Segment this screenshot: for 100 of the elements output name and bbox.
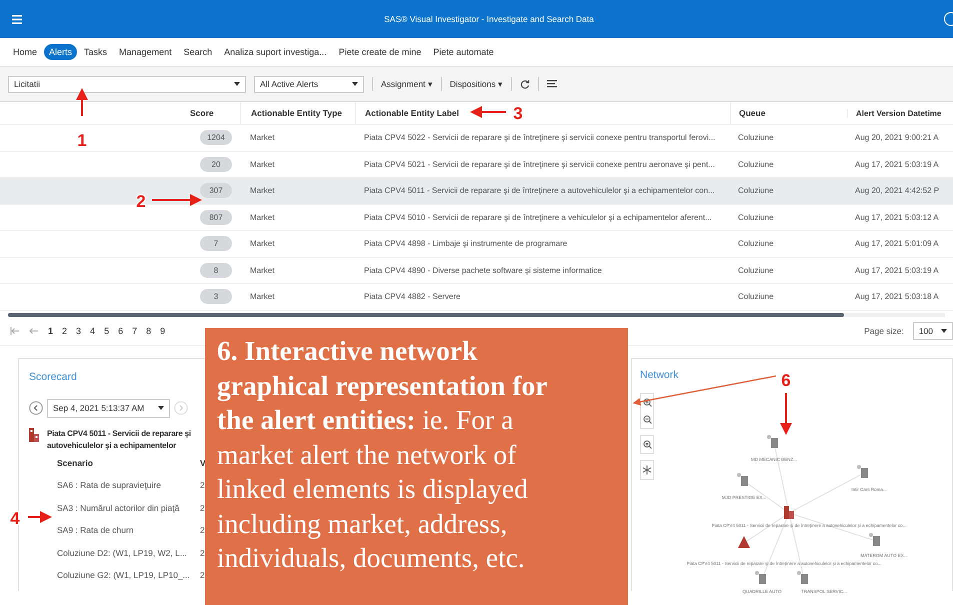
annotation-arrow: [152, 194, 202, 206]
nav-tab[interactable]: Piete automate: [428, 44, 499, 60]
zoom-out-icon[interactable]: [642, 414, 652, 424]
page-link[interactable]: 5: [104, 326, 110, 336]
nav-tab[interactable]: Tasks: [79, 44, 112, 60]
score-badge: 807: [200, 210, 232, 225]
refresh-icon[interactable]: [520, 79, 530, 89]
table-cell: 2: [200, 570, 205, 580]
score-badge: 20: [200, 156, 232, 172]
queue-dropdown[interactable]: Licitatii: [8, 76, 246, 92]
annotation-arrow: [28, 511, 52, 523]
table-cell: Aug 17, 2021 5:03:19 A: [855, 160, 939, 169]
page-link[interactable]: 1: [48, 326, 54, 336]
building-node-icon[interactable]: [755, 570, 766, 584]
annotation-number: 6: [781, 371, 791, 390]
page-link[interactable]: 2: [62, 326, 68, 336]
table-cell: Market: [250, 133, 274, 142]
building-node-icon[interactable]: [869, 532, 880, 546]
scenario-name: SA9 : Rata de churn: [57, 525, 135, 536]
page-link[interactable]: 8: [146, 326, 152, 336]
score-badge: 307: [200, 183, 232, 198]
column-header: Scenario: [57, 458, 94, 468]
alert-row[interactable]: 807 Market Piata CPV4 5010 - Servicii de reparare şi de întreţinere a vehiculelor şi a echipamentelor aferent... Coluziune Aug 17, 2021 5:03:12 A: [190, 204, 953, 230]
nav-tab[interactable]: Analiza suport investiga...: [219, 44, 332, 60]
entity-title: autovehiculelor şi a echipamentelor: [47, 440, 178, 452]
filter-dropdown[interactable]: All Active Alerts: [254, 76, 364, 92]
alert-row[interactable]: 3 Market Piata CPV4 4882 - Servere Coluziune Aug 17, 2021 5:03:18 A: [190, 284, 953, 310]
annotation-number: 4: [10, 509, 20, 528]
building-node-icon[interactable]: [857, 464, 868, 478]
annotation-arrow: [780, 393, 792, 435]
table-cell: Piata CPV4 5010 - Servicii de reparare şi de întreţinere a vehiculelor şi a echipamentelor aferent...: [364, 212, 712, 222]
nav-tab[interactable]: Management: [114, 44, 177, 60]
warning-node-icon[interactable]: [738, 536, 750, 548]
alert-row[interactable]: 7 Market Piata CPV4 4898 - Limbaje şi instrumente de programare Coluziune Aug 17, 2021 5:01:09 A: [190, 231, 953, 256]
nav-tab[interactable]: Alerts: [44, 44, 78, 60]
annotation-arrow: [470, 106, 506, 118]
page-link[interactable]: 6: [118, 326, 124, 336]
entity-title: Piata CPV4 5011 - Servicii de reparare şi: [47, 428, 191, 440]
page-link[interactable]: 9: [160, 326, 166, 336]
table-cell: Piata CPV4 5022 - Servicii de reparare şi de întreţinere şi servicii conexe pentru transportul ferovi...: [364, 133, 716, 142]
caret-icon: [941, 328, 947, 332]
page-size-dropdown[interactable]: 100: [912, 322, 953, 340]
page-link[interactable]: 4: [90, 326, 96, 336]
table-cell: Aug 20, 2021 9:00:21 A: [855, 133, 939, 142]
page-link[interactable]: 3: [76, 326, 82, 336]
table-cell: Market: [250, 186, 274, 196]
building-node-icon[interactable]: [767, 434, 778, 448]
scenario-name: SA6 : Rata de supravieţuire: [57, 480, 162, 490]
layout-button[interactable]: [640, 460, 654, 480]
annotation-number: 2: [136, 192, 146, 211]
table-cell: Market: [250, 212, 274, 222]
score-badge: 3: [200, 289, 232, 304]
table-cell: Aug 20, 2021 4:42:52 P: [855, 186, 940, 196]
table-cell: Market: [250, 266, 274, 275]
zoom-fit-icon[interactable]: [642, 440, 652, 448]
annotation-arrow: [76, 88, 88, 116]
building-node-icon[interactable]: [797, 570, 808, 584]
zoom-in-icon[interactable]: [642, 398, 652, 406]
scenario-name: Coluziune D2: (W1, LP19, W2, L...: [57, 548, 188, 558]
panel-title: Scorecard: [29, 370, 77, 382]
caret-icon: [158, 406, 164, 410]
dispositions-menu[interactable]: Dispositions ▾: [450, 79, 503, 89]
building-node-icon[interactable]: [737, 472, 748, 486]
date-dropdown[interactable]: Sep 4, 2021 5:13:37 AM: [47, 398, 170, 418]
window-title: SAS® Visual Investigator - Investigate and Search Data: [383, 14, 595, 24]
table-cell: Piata CPV4 4890 - Diverse pachete software şi sisteme informatice: [364, 266, 602, 275]
previous-icon[interactable]: [29, 401, 43, 415]
panel-title: Network: [640, 368, 679, 380]
column-header[interactable]: Actionable Entity Type: [240, 102, 355, 124]
nav-tab[interactable]: Piete create de mine: [334, 44, 426, 60]
callout-text: 6. Interactive network graphical representation for the alert entities: ie. For a market alert the network of linked elements is displayed including market, address, individuals, documents, etc.: [217, 334, 548, 575]
column-header: V: [200, 458, 206, 468]
table-cell: 2: [200, 525, 205, 536]
table-cell: Piata CPV4 4898 - Limbaje şi instrumente de programare: [364, 239, 568, 248]
column-header[interactable]: Queue: [730, 102, 847, 124]
nav-tab[interactable]: Search: [178, 44, 218, 60]
caret-icon: [234, 82, 240, 86]
table-cell: Coluziune: [738, 292, 774, 302]
alert-row[interactable]: 20 Market Piata CPV4 5021 - Servicii de reparare şi de întreţinere şi servicii conexe pentru aeronave şi pent... Coluziune Aug 17, 2021 5:03:19 A: [190, 152, 953, 177]
table-cell: Piata CPV4 5011 - Servicii de reparare şi de întreţinere a autovehiculelor şi a echipamentelor con...: [364, 186, 715, 196]
column-header[interactable]: Score: [190, 108, 240, 118]
fit-button[interactable]: [640, 434, 654, 454]
score-badge: 7: [200, 236, 232, 252]
assignment-menu[interactable]: Assignment ▾: [381, 79, 433, 89]
alert-row[interactable]: 1204 Market Piata CPV4 5022 - Servicii de reparare şi de întreţinere şi servicii conexe pentru transportul ferovi... Coluziune Aug 20, 2021 9:00:21 A: [190, 125, 953, 150]
column-header[interactable]: Alert Version Datetime: [847, 108, 953, 118]
score-badge: 1204: [200, 130, 232, 146]
table-cell: Coluziune: [738, 133, 774, 142]
nav-tab[interactable]: Home: [8, 44, 42, 60]
table-cell: Market: [250, 239, 274, 248]
table-cell: Aug 17, 2021 5:01:09 A: [855, 239, 939, 248]
table-cell: Piata CPV4 4882 - Servere: [364, 292, 460, 302]
annotation-number: 1: [77, 131, 87, 150]
table-cell: Coluziune: [738, 239, 774, 248]
alert-row[interactable]: 8 Market Piata CPV4 4890 - Diverse pachete software şi sisteme informatice Coluziune Aug 17, 2021 5:03:19 A: [190, 258, 953, 283]
list-icon[interactable]: [546, 80, 557, 88]
scrollbar-thumb[interactable]: [8, 312, 844, 316]
page-link[interactable]: 7: [132, 326, 138, 336]
asterisk-icon[interactable]: [642, 464, 652, 474]
building-node-icon[interactable]: [784, 506, 794, 518]
